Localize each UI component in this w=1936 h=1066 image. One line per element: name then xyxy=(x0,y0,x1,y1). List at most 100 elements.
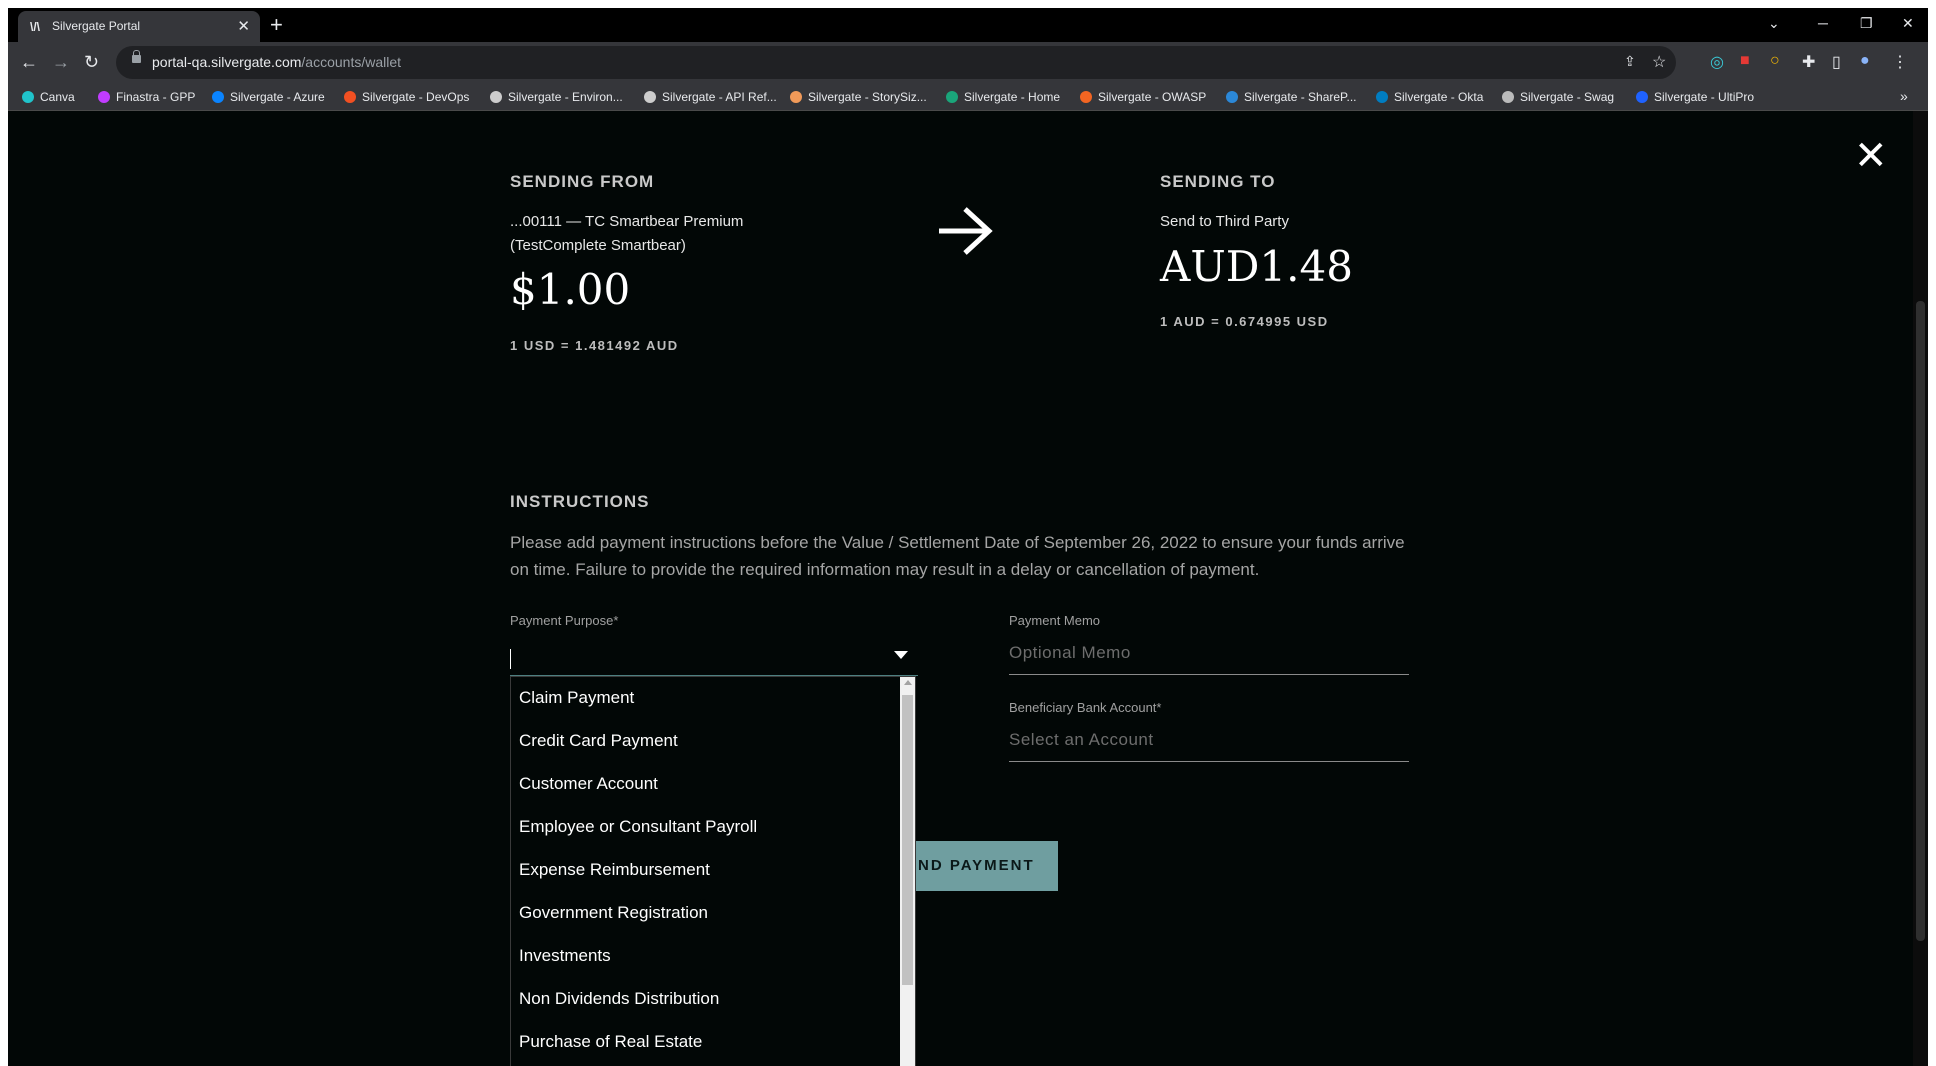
extension-ring-icon[interactable]: ○ xyxy=(1770,52,1780,70)
instructions-text: Please add payment instructions before t… xyxy=(510,533,1405,579)
storysiz-icon xyxy=(790,91,802,103)
beneficiary-underline xyxy=(1009,761,1409,762)
option-customer-account[interactable]: Customer Account xyxy=(511,763,915,806)
bookmark-star-icon[interactable]: ☆ xyxy=(1652,52,1666,72)
url-host: portal-qa.silvergate.com xyxy=(152,54,302,70)
bookmark-label: Silvergate - Azure xyxy=(230,90,325,104)
payment-purpose-label: Payment Purpose* xyxy=(510,613,619,628)
extension-badge-icon[interactable]: ■ xyxy=(1740,52,1750,70)
devops-icon xyxy=(344,91,356,103)
bookmark-canva[interactable]: Canva xyxy=(22,90,75,104)
bookmark-label: Canva xyxy=(40,90,75,104)
payment-purpose-dropdown[interactable]: Claim Payment Credit Card Payment Custom… xyxy=(510,676,916,1066)
browser-menu-icon[interactable]: ⋮ xyxy=(1892,52,1908,72)
restore-icon[interactable]: ❐ xyxy=(1860,15,1873,32)
bookmark-storysiz[interactable]: Silvergate - StorySiz... xyxy=(790,90,927,104)
lock-icon xyxy=(132,50,141,63)
sharepoint-icon xyxy=(1226,91,1238,103)
sending-to-heading: SENDING TO xyxy=(1160,172,1276,191)
instructions-heading: INSTRUCTIONS xyxy=(510,492,650,511)
tab-close-icon[interactable]: ✕ xyxy=(237,17,250,35)
bookmark-home[interactable]: Silvergate - Home xyxy=(946,90,1060,104)
canva-icon xyxy=(22,91,34,103)
swag-icon xyxy=(1502,91,1514,103)
bookmark-label: Silvergate - OWASP xyxy=(1098,90,1207,104)
bookmark-devops[interactable]: Silvergate - DevOps xyxy=(344,90,469,104)
bookmark-sharepoint[interactable]: Silvergate - ShareP... xyxy=(1226,90,1357,104)
tab-strip: \/\ Silvergate Portal ✕ + ⌄ ─ ❐ ✕ xyxy=(8,8,1928,42)
finastra-icon xyxy=(98,91,110,103)
option-claim-payment[interactable]: Claim Payment xyxy=(511,677,915,720)
bookmark-ultipro[interactable]: Silvergate - UltiPro xyxy=(1636,90,1754,104)
bookmark-label: Silvergate - Okta xyxy=(1394,90,1484,104)
browser-chrome: \/\ Silvergate Portal ✕ + ⌄ ─ ❐ ✕ ← → ↻ … xyxy=(8,8,1928,111)
from-account-line2: (TestComplete Smartbear) xyxy=(510,237,686,254)
beneficiary-bank-select[interactable]: Select an Account xyxy=(1009,730,1154,750)
to-account-line1: Send to Third Party xyxy=(1160,213,1289,230)
side-panel-icon[interactable]: ▯ xyxy=(1832,52,1841,72)
option-credit-card-payment[interactable]: Credit Card Payment xyxy=(511,720,915,763)
bookmark-okta[interactable]: Silvergate - Okta xyxy=(1376,90,1483,104)
dropdown-scrollbar[interactable] xyxy=(900,677,915,1066)
address-bar[interactable]: portal-qa.silvergate.com/accounts/wallet… xyxy=(116,46,1676,79)
chevron-down-icon[interactable] xyxy=(894,651,908,659)
bookmark-label: Silvergate - UltiPro xyxy=(1654,90,1755,104)
browser-toolbar: ← → ↻ portal-qa.silvergate.com/accounts/… xyxy=(8,42,1928,85)
url-text: portal-qa.silvergate.com/accounts/wallet xyxy=(152,54,401,70)
option-government-registration[interactable]: Government Registration xyxy=(511,892,915,935)
bookmark-label: Silvergate - API Ref... xyxy=(662,90,777,104)
option-non-dividends-distribution[interactable]: Non Dividends Distribution xyxy=(511,978,915,1021)
share-icon[interactable]: ⇪ xyxy=(1624,53,1636,70)
text-caret xyxy=(510,649,511,669)
new-tab-icon[interactable]: + xyxy=(270,12,283,38)
option-purchase-real-estate[interactable]: Purchase of Real Estate xyxy=(511,1021,915,1064)
bookmark-azure[interactable]: Silvergate - Azure xyxy=(212,90,325,104)
ultipro-icon xyxy=(1636,91,1648,103)
bookmarks-bar: Canva Finastra - GPP Silvergate - Azure … xyxy=(8,85,1928,111)
extensions-puzzle-icon[interactable]: ✚ xyxy=(1802,52,1815,72)
from-amount: $1.00 xyxy=(510,265,631,314)
window-close-icon[interactable]: ✕ xyxy=(1902,15,1914,32)
tab-silvergate-portal[interactable]: \/\ Silvergate Portal ✕ xyxy=(18,11,260,42)
page-scrollbar[interactable] xyxy=(1913,111,1928,1066)
page-scroll-thumb[interactable] xyxy=(1916,301,1925,941)
api-ref-icon xyxy=(644,91,656,103)
owasp-icon xyxy=(1080,91,1092,103)
silvergate-favicon-icon: \/\ xyxy=(30,20,41,34)
bookmark-label: Silvergate - Home xyxy=(964,90,1061,104)
option-investments[interactable]: Investments xyxy=(511,935,915,978)
minimize-icon[interactable]: ─ xyxy=(1818,15,1828,31)
reload-icon[interactable]: ↻ xyxy=(84,52,99,73)
option-employee-payroll[interactable]: Employee or Consultant Payroll xyxy=(511,806,915,849)
option-expense-reimbursement[interactable]: Expense Reimbursement xyxy=(511,849,915,892)
from-exchange-rate: 1 USD = 1.481492 AUD xyxy=(510,338,679,353)
dropdown-scroll-thumb[interactable] xyxy=(902,695,913,985)
forward-icon[interactable]: → xyxy=(52,52,70,73)
more-bookmarks-icon[interactable]: » xyxy=(1900,88,1908,104)
payment-memo-input[interactable]: Optional Memo xyxy=(1009,643,1131,663)
home-icon xyxy=(946,91,958,103)
payment-purpose-select[interactable] xyxy=(510,636,918,676)
bookmark-label: Silvergate - ShareP... xyxy=(1244,90,1357,104)
url-path: /accounts/wallet xyxy=(301,54,402,70)
tab-title: Silvergate Portal xyxy=(52,19,141,33)
profile-avatar-icon[interactable]: ● xyxy=(1860,52,1870,70)
bookmark-owasp[interactable]: Silvergate - OWASP xyxy=(1080,90,1206,104)
bookmark-swag[interactable]: Silvergate - Swag xyxy=(1502,90,1614,104)
bookmark-environ[interactable]: Silvergate - Environ... xyxy=(490,90,623,104)
bookmark-api-ref[interactable]: Silvergate - API Ref... xyxy=(644,90,777,104)
tab-search-icon[interactable]: ⌄ xyxy=(1768,15,1780,32)
bookmark-label: Silvergate - Environ... xyxy=(508,90,623,104)
bookmark-finastra[interactable]: Finastra - GPP xyxy=(98,90,195,104)
bookmark-label: Silvergate - DevOps xyxy=(362,90,470,104)
sending-from-heading: SENDING FROM xyxy=(510,172,655,191)
extension-icon[interactable]: ◎ xyxy=(1710,52,1724,72)
send-payment-button[interactable]: ND PAYMENT xyxy=(903,841,1058,891)
scroll-up-icon[interactable] xyxy=(904,680,912,685)
back-icon[interactable]: ← xyxy=(20,52,38,73)
from-account-line1: ...00111 — TC Smartbear Premium xyxy=(510,213,744,230)
payment-memo-label: Payment Memo xyxy=(1009,613,1101,628)
to-amount: AUD1.48 xyxy=(1160,242,1353,291)
close-modal-icon[interactable]: ✕ xyxy=(1854,136,1888,176)
bookmark-label: Finastra - GPP xyxy=(116,90,196,104)
